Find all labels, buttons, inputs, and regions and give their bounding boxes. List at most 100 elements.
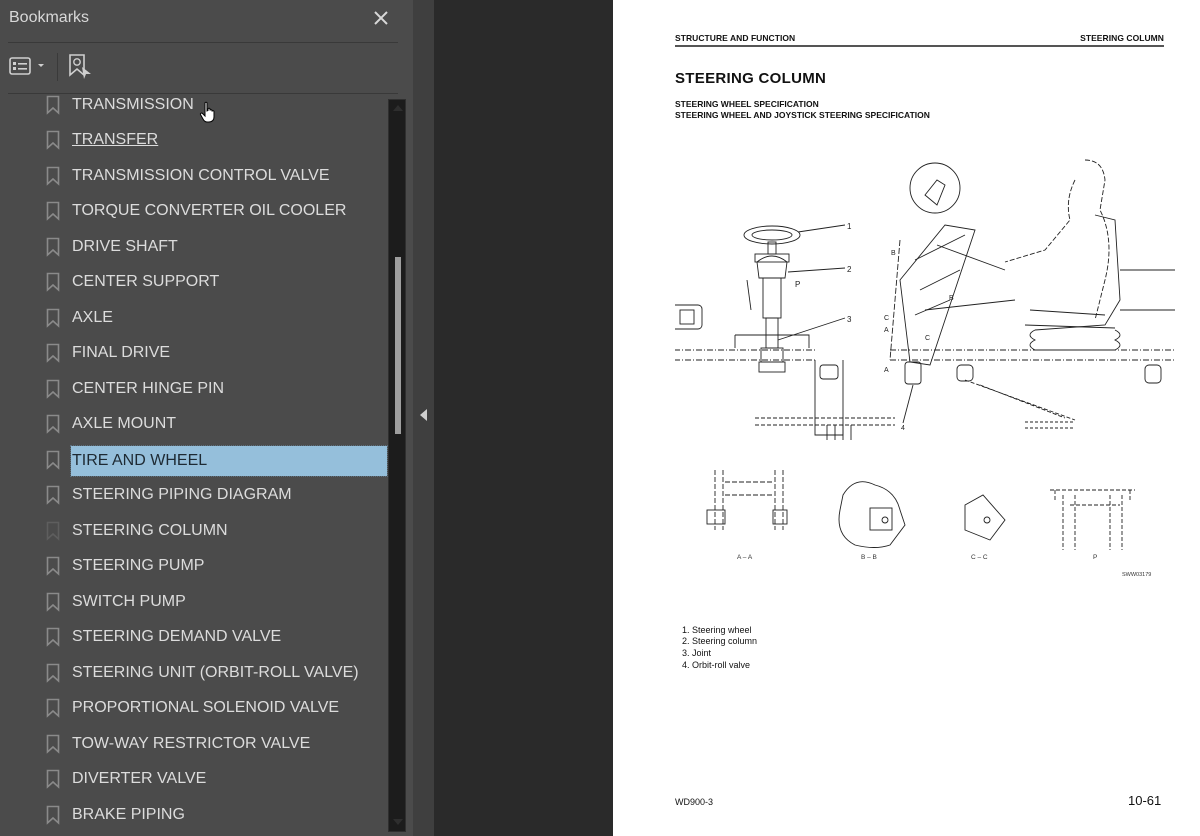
bookmark-label: DRIVE SHAFT bbox=[72, 238, 178, 255]
view-mark-a: A bbox=[884, 327, 889, 334]
bookmark-label: TRANSMISSION bbox=[72, 96, 194, 113]
footer-model: WD900-3 bbox=[675, 797, 714, 807]
bookmark-icon bbox=[46, 663, 60, 683]
section-views bbox=[706, 470, 1135, 550]
bookmark-item[interactable]: CENTER HINGE PIN bbox=[0, 373, 388, 403]
pdf-viewer: Bookmarks TRANSMISSION TRANSFER TRANSMIS… bbox=[0, 0, 1200, 836]
bookmark-label: CENTER SUPPORT bbox=[72, 273, 220, 290]
view-mark-c: C bbox=[925, 335, 930, 342]
legend-item: 1. Steering wheel bbox=[682, 625, 752, 635]
bookmark-icon bbox=[46, 485, 60, 505]
bookmark-icon bbox=[46, 237, 60, 257]
bookmark-label: TRANSMISSION CONTROL VALVE bbox=[72, 167, 330, 184]
scroll-up-arrow[interactable] bbox=[393, 105, 403, 111]
bookmark-item-selected[interactable]: TIRE AND WHEEL bbox=[0, 444, 388, 477]
operator-side-view bbox=[889, 159, 1175, 429]
bookmark-label: TRANSFER bbox=[72, 131, 159, 148]
pdf-page: STRUCTURE AND FUNCTION STEERING COLUMN S… bbox=[613, 0, 1200, 836]
section-label-b-b: B – B bbox=[861, 554, 877, 561]
page-title: STEERING COLUMN bbox=[675, 70, 827, 87]
options-menu-button[interactable] bbox=[9, 56, 46, 76]
bookmark-label: TORQUE CONVERTER OIL COOLER bbox=[72, 202, 347, 219]
find-current-bookmark-button[interactable] bbox=[68, 53, 94, 81]
view-mark-b: B bbox=[891, 250, 896, 257]
bookmark-icon bbox=[46, 734, 60, 754]
bookmark-icon bbox=[46, 308, 60, 328]
legend-item: 2. Steering column bbox=[682, 636, 758, 646]
collapse-panel-arrow-icon[interactable] bbox=[420, 409, 427, 421]
bookmark-icon bbox=[46, 379, 60, 399]
bookmark-label: TOW-WAY RESTRICTOR VALVE bbox=[72, 735, 311, 752]
bookmark-item[interactable]: TOW-WAY RESTRICTOR VALVE bbox=[0, 728, 388, 758]
bookmark-icon bbox=[46, 698, 60, 718]
bookmark-item[interactable]: AXLE bbox=[0, 302, 388, 332]
bookmark-item[interactable]: STEERING PIPING DIAGRAM bbox=[0, 479, 388, 509]
scrollbar-thumb[interactable] bbox=[395, 257, 401, 434]
bookmark-label: DIVERTER VALVE bbox=[72, 770, 207, 787]
bookmark-icon bbox=[46, 414, 60, 434]
bookmark-item[interactable]: CENTER SUPPORT bbox=[0, 266, 388, 296]
running-header-left: STRUCTURE AND FUNCTION bbox=[675, 33, 796, 43]
bookmark-item[interactable]: PROPORTIONAL SOLENOID VALVE bbox=[0, 692, 388, 722]
bookmark-label: PROPORTIONAL SOLENOID VALVE bbox=[72, 699, 340, 716]
bookmark-item[interactable]: STEERING PUMP bbox=[0, 550, 388, 580]
bookmark-icon bbox=[46, 343, 60, 363]
bookmark-label: BRAKE PIPING bbox=[72, 806, 185, 823]
page-number: 10-61 bbox=[1128, 793, 1162, 808]
view-mark-p: P bbox=[795, 280, 800, 289]
bookmark-label: AXLE bbox=[72, 309, 113, 326]
running-header-right: STEERING COLUMN bbox=[1080, 33, 1164, 43]
bookmark-icon bbox=[46, 521, 60, 541]
bookmarks-panel: Bookmarks TRANSMISSION TRANSFER TRANSMIS… bbox=[0, 0, 413, 836]
scroll-down-arrow[interactable] bbox=[393, 819, 403, 825]
bookmark-label: STEERING PIPING DIAGRAM bbox=[72, 486, 292, 503]
bookmark-icon bbox=[46, 95, 60, 115]
section-label-p: P bbox=[1093, 554, 1097, 561]
bookmark-icon bbox=[46, 556, 60, 576]
bookmark-item[interactable]: TORQUE CONVERTER OIL COOLER bbox=[0, 195, 388, 225]
panel-title: Bookmarks bbox=[9, 9, 90, 26]
bookmark-label: CENTER HINGE PIN bbox=[72, 380, 225, 397]
bookmark-label: FINAL DRIVE bbox=[72, 344, 171, 361]
page-subtitle: STEERING WHEEL AND JOYSTICK STEERING SPE… bbox=[675, 110, 930, 120]
bookmark-label: SWITCH PUMP bbox=[72, 593, 186, 610]
document-viewport[interactable]: STRUCTURE AND FUNCTION STEERING COLUMN S… bbox=[434, 0, 1200, 836]
bookmark-list-scrollbar[interactable] bbox=[388, 99, 406, 832]
bookmark-icon bbox=[46, 805, 60, 825]
bookmark-item[interactable]: STEERING UNIT (ORBIT-ROLL VALVE) bbox=[0, 657, 388, 687]
bookmark-item-current[interactable]: STEERING COLUMN bbox=[0, 515, 388, 545]
bookmark-label: AXLE MOUNT bbox=[72, 415, 177, 432]
panel-splitter[interactable] bbox=[413, 0, 434, 836]
bookmark-icon bbox=[46, 130, 60, 150]
bookmark-item[interactable]: FINAL DRIVE bbox=[0, 337, 388, 367]
bookmark-item[interactable]: DIVERTER VALVE bbox=[0, 763, 388, 793]
section-label-c-c: C – C bbox=[971, 554, 988, 561]
figure-code: SWW03179 bbox=[1122, 572, 1151, 578]
bookmark-icon bbox=[46, 627, 60, 647]
bookmark-label: STEERING UNIT (ORBIT-ROLL VALVE) bbox=[72, 664, 359, 681]
view-mark-c: C bbox=[884, 315, 889, 322]
bookmark-item[interactable]: TRANSFER bbox=[0, 124, 388, 154]
bookmark-label: STEERING COLUMN bbox=[72, 522, 228, 539]
close-panel-button[interactable] bbox=[368, 4, 394, 32]
bookmark-item[interactable]: SWITCH PUMP bbox=[0, 586, 388, 616]
bookmark-item[interactable]: BRAKE PIPING bbox=[0, 799, 388, 829]
callout-2: 2 bbox=[847, 265, 852, 274]
divider bbox=[8, 42, 398, 43]
page-subtitle: STEERING WHEEL SPECIFICATION bbox=[675, 99, 819, 109]
bookmark-icon bbox=[46, 272, 60, 292]
bookmark-item[interactable]: STEERING DEMAND VALVE bbox=[0, 621, 388, 651]
toolbar-separator bbox=[57, 53, 58, 81]
bookmark-icon bbox=[46, 769, 60, 789]
bookmark-item[interactable]: DRIVE SHAFT bbox=[0, 231, 388, 261]
bookmark-icon bbox=[46, 592, 60, 612]
legend-item: 4. Orbit-roll valve bbox=[682, 660, 751, 670]
bookmark-item[interactable]: AXLE MOUNT bbox=[0, 408, 388, 438]
callout-1: 1 bbox=[847, 222, 852, 231]
view-mark-b: B bbox=[949, 295, 954, 302]
bookmark-label: STEERING DEMAND VALVE bbox=[72, 628, 282, 645]
callout-4: 4 bbox=[901, 425, 905, 432]
bookmark-item[interactable]: TRANSMISSION CONTROL VALVE bbox=[0, 160, 388, 190]
bookmark-item[interactable]: TRANSMISSION bbox=[0, 89, 388, 119]
bookmarks-toolbar bbox=[0, 48, 400, 88]
